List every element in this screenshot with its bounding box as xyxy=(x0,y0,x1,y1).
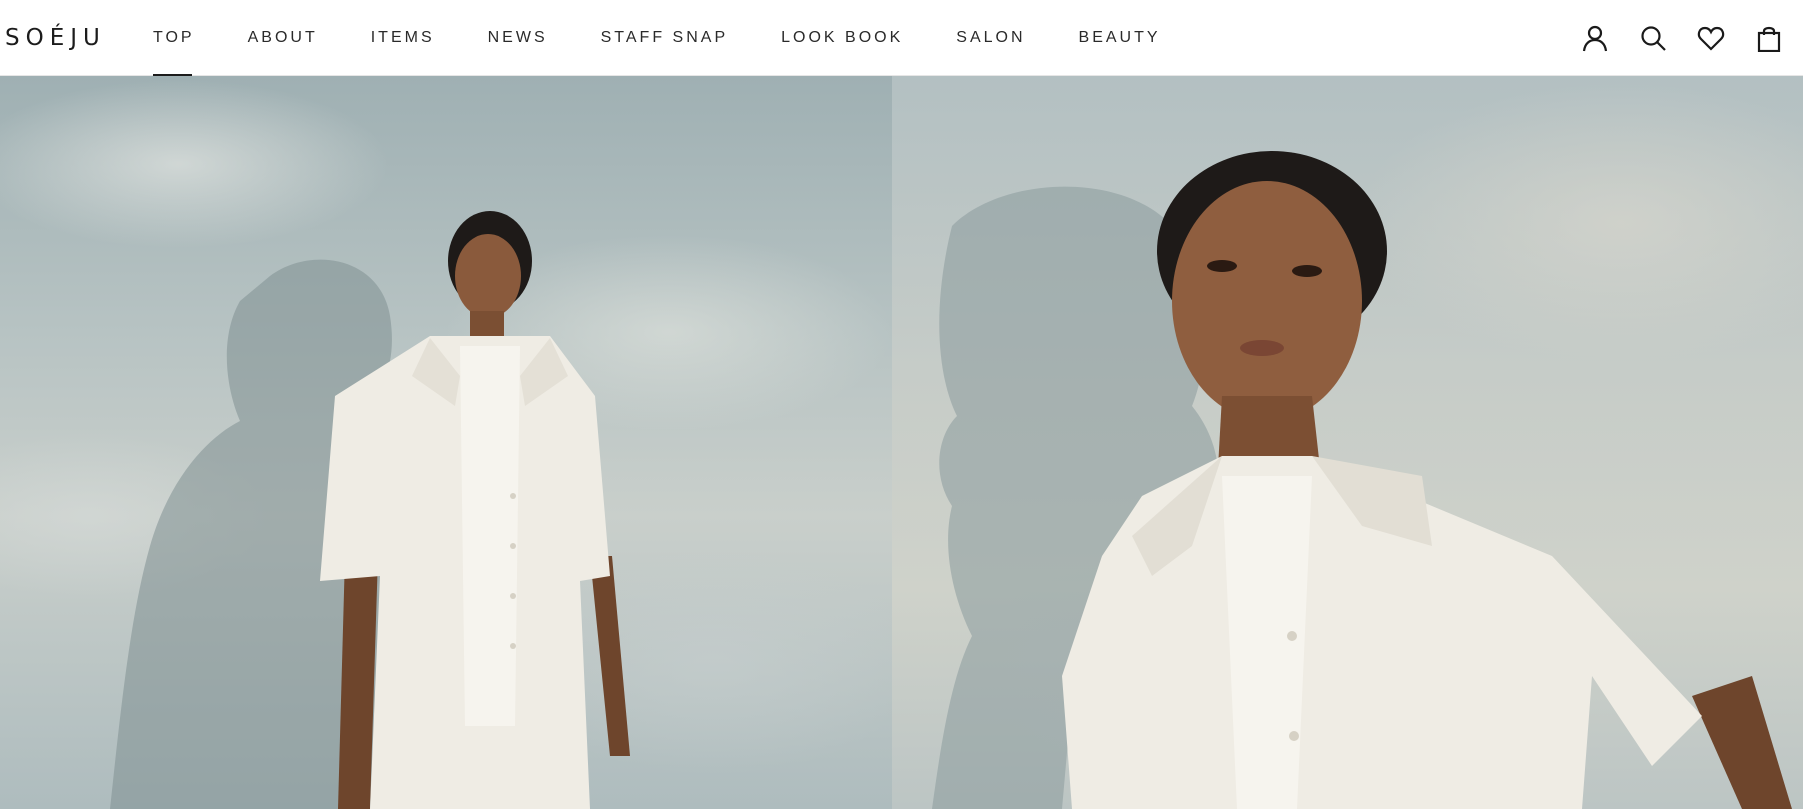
wishlist-heart-icon xyxy=(1697,26,1725,51)
shirt-button xyxy=(510,593,516,599)
search-icon xyxy=(1641,26,1666,51)
model-portrait-illustration xyxy=(932,151,1792,809)
eye-right xyxy=(1292,265,1322,277)
right-arm xyxy=(590,556,630,756)
model-full-body-illustration xyxy=(110,211,630,809)
face xyxy=(1172,181,1362,421)
cart-button[interactable] xyxy=(1753,22,1785,54)
eye-left xyxy=(1207,260,1237,272)
brand-logo[interactable]: SOÉJU xyxy=(5,25,106,51)
shirt-button xyxy=(510,543,516,549)
nav-item-top[interactable]: TOP xyxy=(153,0,195,76)
shirt-button xyxy=(510,493,516,499)
main-navigation: TOP ABOUT ITEMS NEWS STAFF SNAP LOOK BOO… xyxy=(153,0,1214,76)
wishlist-button[interactable] xyxy=(1695,22,1727,54)
account-button[interactable] xyxy=(1579,22,1611,54)
face xyxy=(455,234,521,318)
inner-tee xyxy=(1222,476,1312,809)
hero-image-right[interactable] xyxy=(892,76,1803,809)
site-header: SOÉJU TOP ABOUT ITEMS NEWS STAFF SNAP LO… xyxy=(0,0,1803,76)
search-button[interactable] xyxy=(1637,22,1669,54)
header-icons xyxy=(1553,22,1785,54)
shirt-button xyxy=(1287,631,1297,641)
shirt-button xyxy=(1289,731,1299,741)
shirt-button xyxy=(510,643,516,649)
nav-item-look-book[interactable]: LOOK BOOK xyxy=(781,0,903,76)
nav-item-about[interactable]: ABOUT xyxy=(248,0,318,76)
hero-section xyxy=(0,76,1803,809)
nav-item-staff-snap[interactable]: STAFF SNAP xyxy=(601,0,729,76)
nav-item-salon[interactable]: SALON xyxy=(956,0,1025,76)
nav-item-beauty[interactable]: BEAUTY xyxy=(1079,0,1161,76)
inner-tee xyxy=(460,346,520,726)
account-icon xyxy=(1582,25,1608,52)
nav-item-items[interactable]: ITEMS xyxy=(371,0,435,76)
hero-image-left[interactable] xyxy=(0,76,892,809)
cart-bag-icon xyxy=(1757,26,1781,52)
right-arm xyxy=(1692,676,1792,809)
lips xyxy=(1240,340,1284,356)
nav-item-news[interactable]: NEWS xyxy=(488,0,548,76)
